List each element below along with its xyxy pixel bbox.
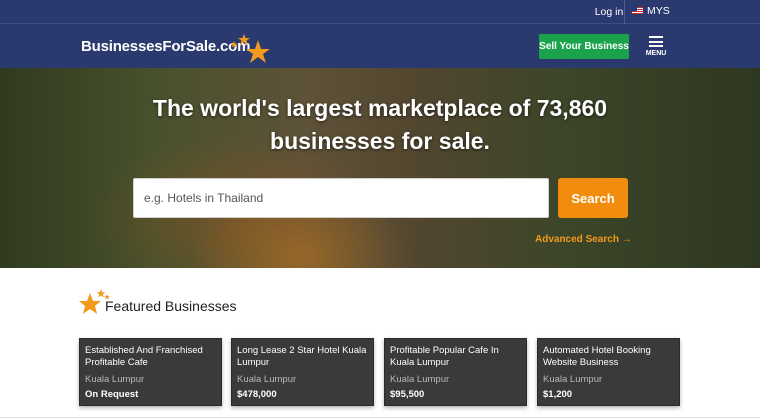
top-utility-bar: Log in MYS [0,0,760,24]
business-location: Kuala Lumpur [237,374,297,385]
region-selector[interactable]: MYS [632,0,670,24]
business-location: Kuala Lumpur [543,374,603,385]
hamburger-menu-icon [649,36,663,47]
business-title: Established And Franchised Profitable Ca… [85,345,203,368]
business-price: $1,200 [543,389,573,400]
business-price: $95,500 [390,389,425,400]
headline-line-1: The world's largest marketplace of 73,86… [152,95,608,121]
flag-icon [632,6,643,14]
menu-label: MENU [645,50,667,57]
star-icon [230,34,270,63]
featured-business-card[interactable]: Profitable Popular Cafe In Kuala Lumpur … [384,338,527,406]
business-title: Automated Hotel Booking Website Business [543,345,651,368]
featured-business-card[interactable]: Automated Hotel Booking Website Business… [537,338,680,406]
featured-businesses-heading: Featured Businesses [105,298,237,314]
search-input[interactable] [133,178,549,218]
advanced-search-link[interactable]: Advanced Search → [535,234,632,245]
region-label: MYS [647,5,670,17]
business-location: Kuala Lumpur [390,374,450,385]
business-price: On Request [85,389,139,400]
menu-button[interactable]: MENU [640,34,672,60]
topbar-divider [624,0,625,24]
business-title: Profitable Popular Cafe In Kuala Lumpur [390,345,499,368]
hero-banner: The world's largest marketplace of 73,86… [0,68,760,268]
headline-line-2: businesses for sale. [270,128,490,154]
business-location: Kuala Lumpur [85,374,145,385]
site-header: BusinessesForSale.com Sell Your Business… [0,24,760,68]
site-logo[interactable]: BusinessesForSale.com [81,38,250,55]
search-button[interactable]: Search [558,178,628,218]
business-title: Long Lease 2 Star Hotel Kuala Lumpur [237,345,367,368]
hero-headline: The world's largest marketplace of 73,86… [130,92,630,158]
featured-business-card[interactable]: Long Lease 2 Star Hotel Kuala Lumpur Kua… [231,338,374,406]
sell-your-business-button[interactable]: Sell Your Business [539,34,629,59]
featured-business-card[interactable]: Established And Franchised Profitable Ca… [79,338,222,406]
business-price: $478,000 [237,389,277,400]
